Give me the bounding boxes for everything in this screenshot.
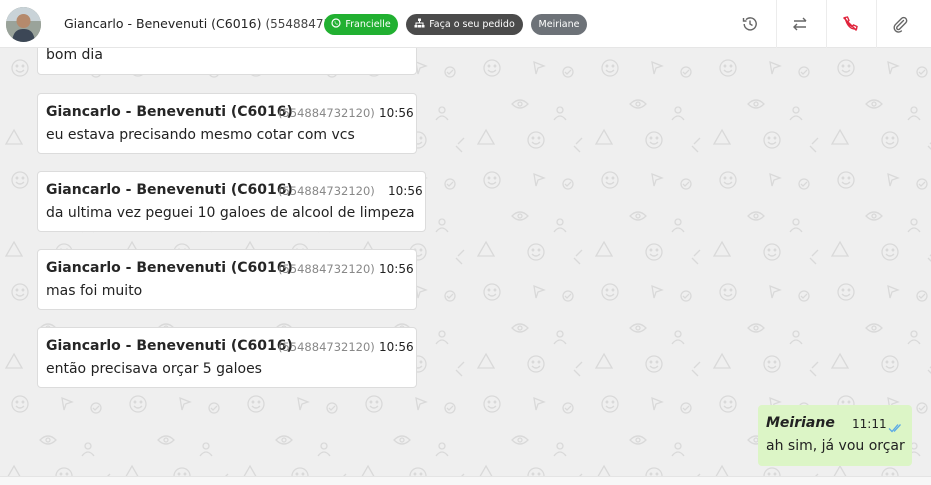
history-icon[interactable] bbox=[736, 10, 764, 38]
attach-icon[interactable] bbox=[886, 10, 914, 38]
whatsapp-icon bbox=[331, 18, 341, 31]
message-text: então precisava orçar 5 galoes bbox=[46, 361, 262, 377]
whatsapp-agent-label: Francielle bbox=[345, 19, 391, 30]
message-sender-number: (554884732120) bbox=[278, 262, 375, 276]
message-text: da ultima vez peguei 10 galoes de alcool… bbox=[46, 205, 415, 221]
contact-name: Giancarlo - Benevenuti (C6016) bbox=[64, 16, 262, 31]
transfer-icon[interactable] bbox=[786, 10, 814, 38]
header-divider bbox=[876, 0, 877, 48]
contact-title: Giancarlo - Benevenuti (C6016) (55488473… bbox=[64, 16, 366, 31]
header-divider bbox=[776, 0, 777, 48]
message-time: 10:56 bbox=[388, 184, 423, 198]
double-check-icon bbox=[888, 418, 904, 437]
message-text: eu estava precisando mesmo cotar com vcs bbox=[46, 127, 355, 143]
message-sender-number: (554884732120) bbox=[278, 106, 375, 120]
header-divider bbox=[826, 0, 827, 48]
message-text: mas foi muito bbox=[46, 283, 143, 299]
contact-avatar[interactable] bbox=[6, 7, 41, 42]
order-button-label: Faça o seu pedido bbox=[429, 19, 515, 30]
assignee-label: Meiriane bbox=[538, 19, 580, 30]
order-button[interactable]: Faça o seu pedido bbox=[406, 14, 523, 35]
whatsapp-agent-tag[interactable]: Francielle bbox=[324, 14, 398, 35]
message-bubble: Giancarlo - Benevenuti (C6016) (55488473… bbox=[37, 171, 426, 232]
message-text: bom dia bbox=[46, 48, 103, 63]
message-sender-number: (554884732120) bbox=[278, 184, 375, 198]
message-sender: Giancarlo - Benevenuti (C6016) bbox=[46, 260, 293, 276]
sitemap-icon bbox=[414, 18, 425, 31]
chat-area[interactable]: bom dia Giancarlo - Benevenuti (C6016) (… bbox=[0, 48, 931, 476]
assignee-tag[interactable]: Meiriane bbox=[531, 14, 587, 35]
message-sender: Giancarlo - Benevenuti (C6016) bbox=[46, 338, 293, 354]
outgoing-message-bubble: Meiriane 11:11 ah sim, já vou orçar bbox=[758, 405, 912, 466]
message-time: 10:56 bbox=[379, 340, 414, 354]
message-bubble: Giancarlo - Benevenuti (C6016) (55488473… bbox=[37, 93, 417, 154]
message-time: 10:56 bbox=[379, 106, 414, 120]
message-sender-number: (554884732120) bbox=[278, 340, 375, 354]
message-bubble: Giancarlo - Benevenuti (C6016) (55488473… bbox=[37, 327, 417, 388]
message-sender: Giancarlo - Benevenuti (C6016) bbox=[46, 182, 293, 198]
chat-header: Giancarlo - Benevenuti (C6016) (55488473… bbox=[0, 0, 931, 48]
message-time: 10:56 bbox=[379, 262, 414, 276]
message-sender: Giancarlo - Benevenuti (C6016) bbox=[46, 104, 293, 120]
message-bubble: bom dia bbox=[37, 48, 417, 75]
message-bubble: Giancarlo - Benevenuti (C6016) (55488473… bbox=[37, 249, 417, 310]
end-call-icon[interactable] bbox=[836, 10, 864, 38]
reply-time: 11:11 bbox=[852, 417, 887, 431]
reply-text: ah sim, já vou orçar bbox=[766, 438, 905, 454]
reply-sender: Meiriane bbox=[766, 415, 835, 431]
